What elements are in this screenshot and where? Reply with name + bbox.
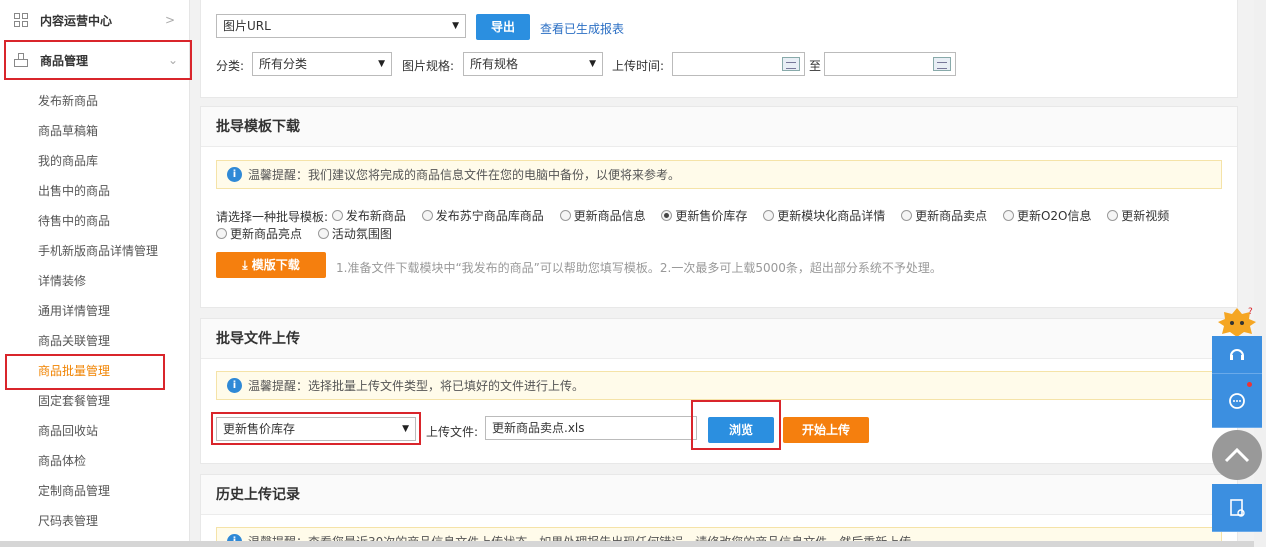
radio-option-selected[interactable]: 更新售价库存 [661,207,747,224]
start-date-input[interactable] [672,52,805,76]
customer-service-icon[interactable] [1212,336,1262,374]
category-label: 分类: [216,59,245,73]
radio-icon [559,210,571,221]
end-date-input[interactable] [824,52,956,76]
radio-icon [421,210,433,221]
sidebar-item[interactable]: 商品关联管理 [0,326,189,356]
upload-tip: i 温馨提醒：选择批量上传文件类型，将已填好的文件进行上传。 [216,371,1222,400]
radio-icon [661,210,673,221]
sidebar-item[interactable]: 商品体检 [0,446,189,476]
spec-select[interactable]: 所有规格 ▼ [463,52,603,76]
upload-panel: 批导文件上传 i 温馨提醒：选择批量上传文件类型，将已填好的文件进行上传。 更新… [200,318,1238,464]
radio-icon [901,210,913,221]
svg-text:?: ? [1248,307,1253,317]
radio-option[interactable]: 发布新商品 [331,207,406,224]
horizontal-scrollbar[interactable] [0,541,1254,547]
sidebar-item[interactable]: 我的商品库 [0,146,189,176]
download-icon: ⤓ [242,258,252,272]
sidebar-item[interactable]: 商品草稿箱 [0,116,189,146]
sidebar-item[interactable]: 通用详情管理 [0,296,189,326]
sidebar-item[interactable]: 固定套餐管理 [0,386,189,416]
radio-icon [216,228,227,239]
choose-template-label: 请选择一种批导模板: [216,210,329,224]
calendar-icon[interactable] [933,57,951,71]
upload-panel-title: 批导文件上传 [201,319,1237,359]
view-reports-link[interactable]: 查看已生成报表 [540,20,624,37]
sidebar-item[interactable]: 定制商品管理 [0,476,189,506]
back-to-top-button[interactable] [1212,430,1262,480]
sidebar-item[interactable]: 出售中的商品 [0,176,189,206]
radio-option[interactable]: 更新视频 [1107,207,1169,224]
sidebar-group-content-center[interactable]: 内容运营中心 > [0,0,189,40]
chat-icon[interactable] [1212,374,1262,428]
radio-option[interactable]: 更新商品亮点 [216,225,302,242]
calendar-icon[interactable] [782,57,800,71]
template-panel: 批导模板下载 i 温馨提醒：我们建议您将完成的商品信息文件在您的电脑中备份，以便… [200,106,1238,308]
upload-file-label: 上传文件: [426,425,479,439]
radio-option[interactable]: 更新商品卖点 [901,207,987,224]
export-button[interactable]: 导出 [476,14,530,40]
upload-file-input[interactable]: 更新商品卖点.xls [485,416,697,440]
start-upload-button[interactable]: 开始上传 [783,417,869,443]
feedback-icon[interactable] [1212,484,1262,532]
sidebar: 内容运营中心 > 商品管理 ⌄ 发布新商品 商品草稿箱 我的商品库 出售中的商品… [0,0,192,547]
mascot-icon: ? [1218,307,1256,337]
sidebar-item[interactable]: 详情装修 [0,266,189,296]
template-options-row2: 更新商品亮点 活动氛围图 [216,225,404,242]
radio-option[interactable]: 更新商品信息 [559,207,646,224]
export-panel: 图片URL ▼ 导出 查看已生成报表 分类: 所有分类 ▼ 图片规格: 所有规格 ▼ … [200,0,1238,98]
sidebar-item-batch-management[interactable]: 商品批量管理 [0,354,189,390]
box-icon [14,53,28,67]
history-panel-title: 历史上传记录 [201,475,1237,515]
grid-icon [14,13,28,27]
download-note: 1.准备文件下载模块中“我发布的商品”可以帮助您填写模板。2.一次最多可上载50… [336,261,942,275]
to-label: 至 [809,59,822,73]
radio-option[interactable]: 发布苏宁商品库商品 [421,207,544,224]
upload-time-label: 上传时间: [612,59,665,73]
info-icon: i [227,167,242,182]
spec-label: 图片规格: [402,59,455,73]
sidebar-item[interactable]: 待售中的商品 [0,206,189,236]
radio-icon [763,210,775,221]
upload-type-highlight [211,412,421,445]
radio-option[interactable]: 更新模块化商品详情 [763,207,885,224]
floating-toolbar [1212,336,1262,428]
sidebar-group-label: 商品管理 [40,53,89,68]
chevron-up-icon [1224,447,1250,463]
caret-down-icon: ▼ [378,59,385,69]
caret-down-icon: ▼ [589,59,596,69]
sidebar-group-product-management[interactable]: 商品管理 ⌄ [4,40,192,80]
sidebar-item[interactable]: 发布新商品 [0,86,189,116]
radio-icon [331,210,343,221]
template-tip: i 温馨提醒：我们建议您将完成的商品信息文件在您的电脑中备份，以便将来参考。 [216,160,1222,189]
radio-icon [1002,210,1014,221]
sidebar-item[interactable]: 商品回收站 [0,416,189,446]
radio-icon [317,228,329,239]
history-panel: 历史上传记录 i 温馨提醒：查看您最近30次的商品信息文件上传状态，如果处理报告… [200,474,1238,547]
chevron-down-icon: ⌄ [167,53,178,67]
browse-highlight [691,400,781,450]
sidebar-item[interactable]: 尺码表管理 [0,506,189,536]
notification-dot [1247,382,1252,387]
info-icon: i [227,378,242,393]
sidebar-item[interactable]: 手机新版商品详情管理 [0,236,189,266]
radio-icon [1107,210,1119,221]
caret-down-icon: ▼ [452,21,459,31]
template-download-button[interactable]: ⤓ 模版下载 [216,252,326,278]
radio-option[interactable]: 活动氛围图 [317,225,392,242]
category-select[interactable]: 所有分类 ▼ [252,52,392,76]
export-type-select[interactable]: 图片URL ▼ [216,14,466,38]
sidebar-group-label: 内容运营中心 [40,13,113,28]
sidebar-items: 发布新商品 商品草稿箱 我的商品库 出售中的商品 待售中的商品 手机新版商品详情… [0,80,189,536]
radio-option[interactable]: 更新O2O信息 [1002,207,1091,224]
template-options: 请选择一种批导模板: 发布新商品 发布苏宁商品库商品 更新商品信息 更新售价库存… [216,207,1181,225]
chevron-right-icon: > [164,13,175,27]
template-panel-title: 批导模板下载 [201,107,1237,147]
